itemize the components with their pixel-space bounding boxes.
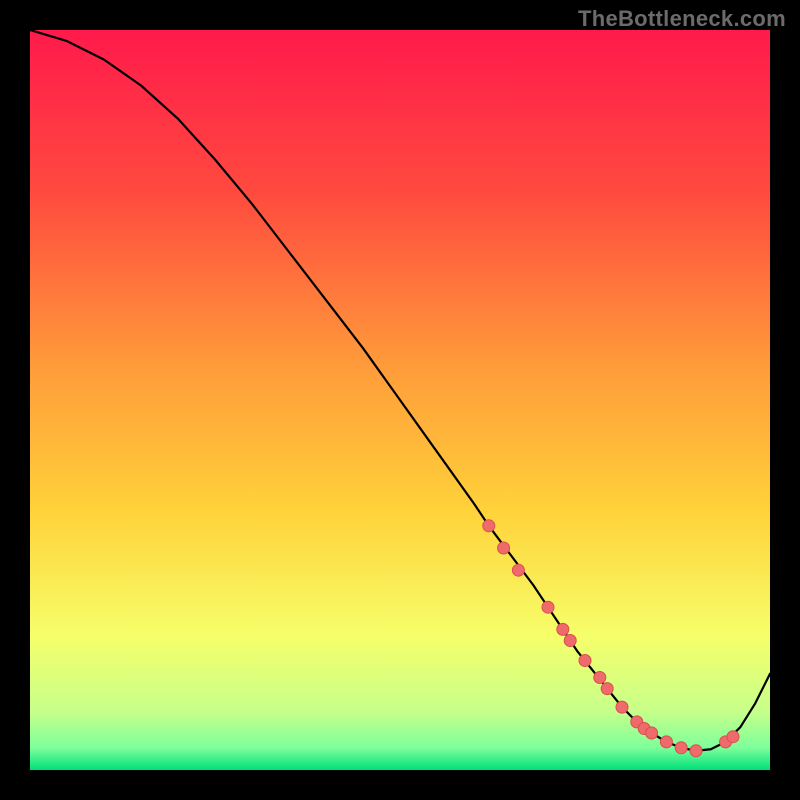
curve-marker [483, 520, 495, 532]
curve-marker [601, 683, 613, 695]
curve-marker [542, 601, 554, 613]
plot-area [30, 30, 770, 770]
curve-marker [579, 654, 591, 666]
chart-stage: TheBottleneck.com [0, 0, 800, 800]
curve-marker [594, 672, 606, 684]
chart-svg [30, 30, 770, 770]
curve-marker [557, 623, 569, 635]
curve-marker [498, 542, 510, 554]
curve-marker [564, 635, 576, 647]
watermark-text: TheBottleneck.com [578, 6, 786, 32]
curve-marker [660, 736, 672, 748]
curve-marker [616, 701, 628, 713]
curve-marker [646, 727, 658, 739]
curve-marker [727, 731, 739, 743]
curve-marker [512, 564, 524, 576]
curve-marker [675, 742, 687, 754]
curve-marker [690, 745, 702, 757]
